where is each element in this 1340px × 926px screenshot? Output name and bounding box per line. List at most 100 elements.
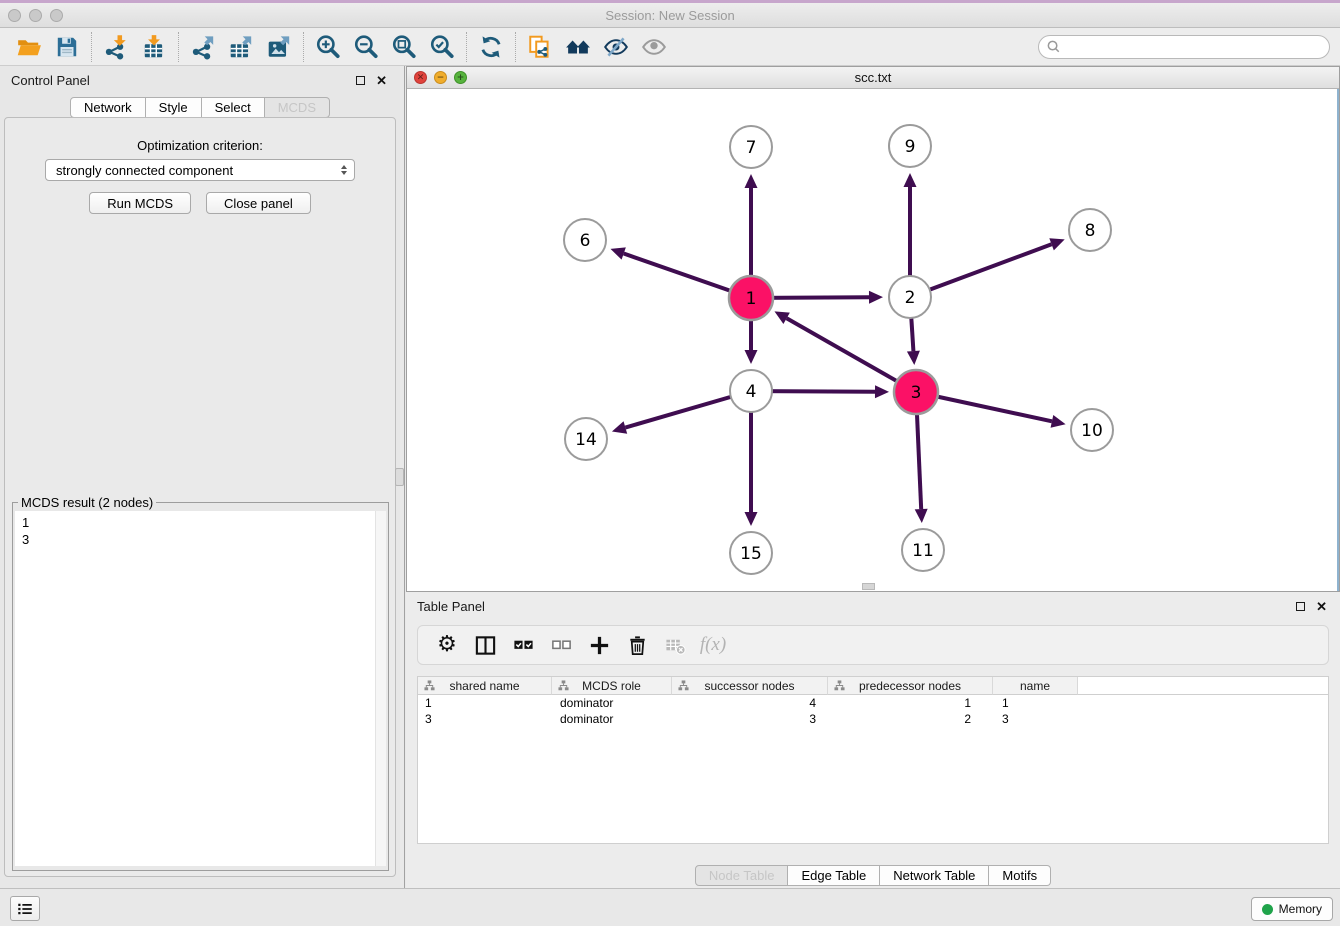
run-mcds-button[interactable]: Run MCDS [89, 192, 191, 214]
graph-node-label-11: 11 [912, 541, 934, 561]
first-neighbors-icon [565, 34, 591, 60]
canvas-splitter-handle[interactable] [862, 583, 875, 590]
toolbar-separator [303, 32, 304, 62]
cell-name[interactable]: 1 [993, 695, 1078, 711]
save-session-button[interactable] [48, 30, 86, 64]
mcds-result-area[interactable]: 1 3 [15, 511, 386, 866]
tree-icon [834, 680, 845, 691]
unselect-all-button[interactable] [544, 628, 578, 662]
table-row[interactable]: 3dominator323 [418, 711, 1328, 727]
table-header-row: shared nameMCDS rolesuccessor nodesprede… [418, 677, 1328, 695]
table-toolbar: ⚙ f(x) [417, 625, 1329, 665]
column-header-name[interactable]: name [993, 677, 1078, 695]
window-titlebar: Session: New Session [0, 0, 1340, 28]
graph-node-label-6: 6 [580, 231, 591, 251]
memory-status-icon [1262, 904, 1273, 915]
tab-style[interactable]: Style [146, 97, 202, 118]
result-scrollbar[interactable] [375, 511, 386, 866]
cell-MCDS-role[interactable]: dominator [552, 711, 672, 727]
export-image-button[interactable] [260, 30, 298, 64]
tab-mcds[interactable]: MCDS [265, 97, 330, 118]
toolbar-separator [515, 32, 516, 62]
save-session-icon [54, 34, 80, 60]
cell-successor-nodes[interactable]: 4 [672, 695, 828, 711]
graph-node-label-8: 8 [1085, 221, 1096, 241]
add-row-button[interactable] [582, 628, 616, 662]
table-header-filler [1078, 677, 1328, 695]
open-session-button[interactable] [10, 30, 48, 64]
tab-network[interactable]: Network [70, 97, 146, 118]
graph-edge-arrow-1-6 [610, 247, 625, 259]
optimization-criterion-label: Optimization criterion: [5, 138, 395, 153]
table-close-panel-icon[interactable] [1316, 602, 1327, 611]
tree-icon [558, 680, 569, 691]
export-network-button[interactable] [184, 30, 222, 64]
column-header-shared-name[interactable]: shared name [418, 677, 552, 695]
cell-MCDS-role[interactable]: dominator [552, 695, 672, 711]
close-panel-button[interactable]: Close panel [206, 192, 311, 214]
search-box[interactable] [1038, 35, 1330, 59]
memory-button[interactable]: Memory [1251, 897, 1333, 921]
hide-selected-button[interactable] [597, 30, 635, 64]
import-table-button[interactable] [135, 30, 173, 64]
cell-shared-name[interactable]: 3 [418, 711, 552, 727]
delete-row-button[interactable] [620, 628, 654, 662]
graph-node-label-9: 9 [905, 137, 916, 157]
import-table-icon [141, 34, 167, 60]
show-panels-button[interactable] [10, 896, 40, 921]
float-panel-icon[interactable] [356, 76, 365, 85]
criterion-dropdown[interactable]: strongly connected component [45, 159, 355, 181]
column-visibility-button[interactable] [468, 628, 502, 662]
table-tab-motifs[interactable]: Motifs [989, 865, 1051, 886]
network-window-titlebar[interactable]: scc.txt [407, 67, 1339, 89]
function-builder-button: f(x) [696, 628, 730, 662]
cell-predecessor-nodes[interactable]: 1 [828, 695, 993, 711]
column-header-successor-nodes[interactable]: successor nodes [672, 677, 828, 695]
column-header-MCDS-role[interactable]: MCDS role [552, 677, 672, 695]
select-all-icon [512, 634, 535, 657]
first-neighbors-button[interactable] [559, 30, 597, 64]
network-canvas[interactable]: 7968124314101511 [407, 89, 1339, 591]
list-icon [16, 900, 34, 918]
column-header-predecessor-nodes[interactable]: predecessor nodes [828, 677, 993, 695]
cell-successor-nodes[interactable]: 3 [672, 711, 828, 727]
graph-edge-arrow-4-15 [745, 512, 758, 526]
table-settings-button[interactable]: ⚙ [430, 628, 464, 662]
search-icon [1046, 39, 1061, 54]
network-graph[interactable]: 7968124314101511 [407, 89, 1339, 590]
zoom-out-button[interactable] [347, 30, 385, 64]
graph-edge-arrow-1-7 [745, 174, 758, 188]
splitter-handle[interactable] [395, 468, 404, 486]
zoom-fit-button[interactable] [385, 30, 423, 64]
network-window-title: scc.txt [407, 70, 1339, 85]
cell-predecessor-nodes[interactable]: 2 [828, 711, 993, 727]
cell-shared-name[interactable]: 1 [418, 695, 552, 711]
import-network-button[interactable] [97, 30, 135, 64]
toolbar-separator [91, 32, 92, 62]
table-panel-title: Table Panel [417, 599, 485, 614]
network-view-window: scc.txt 7968124314101511 [406, 66, 1340, 592]
show-all-button[interactable] [635, 30, 673, 64]
mcds-panel: Optimization criterion: strongly connect… [4, 117, 396, 877]
table-tab-edge-table[interactable]: Edge Table [788, 865, 880, 886]
table-tab-network-table[interactable]: Network Table [880, 865, 989, 886]
clone-network-button[interactable] [521, 30, 559, 64]
close-panel-icon[interactable] [376, 76, 387, 85]
search-input[interactable] [1065, 37, 1329, 57]
table-float-panel-icon[interactable] [1296, 602, 1305, 611]
zoom-selected-button[interactable] [423, 30, 461, 64]
hide-selected-icon [603, 34, 629, 60]
select-all-button[interactable] [506, 628, 540, 662]
graph-node-label-3: 3 [911, 383, 922, 403]
canvas-right-scrollbar[interactable] [1337, 89, 1339, 591]
export-table-button[interactable] [222, 30, 260, 64]
cell-name[interactable]: 3 [993, 711, 1078, 727]
tab-select[interactable]: Select [202, 97, 265, 118]
zoom-in-button[interactable] [309, 30, 347, 64]
table-row[interactable]: 1dominator411 [418, 695, 1328, 711]
table-tab-node-table[interactable]: Node Table [695, 865, 789, 886]
refresh-view-button[interactable] [472, 30, 510, 64]
graph-edge-2-8[interactable] [910, 244, 1052, 297]
zoom-selected-icon [429, 34, 455, 60]
graph-edge-arrow-4-3 [875, 385, 889, 398]
